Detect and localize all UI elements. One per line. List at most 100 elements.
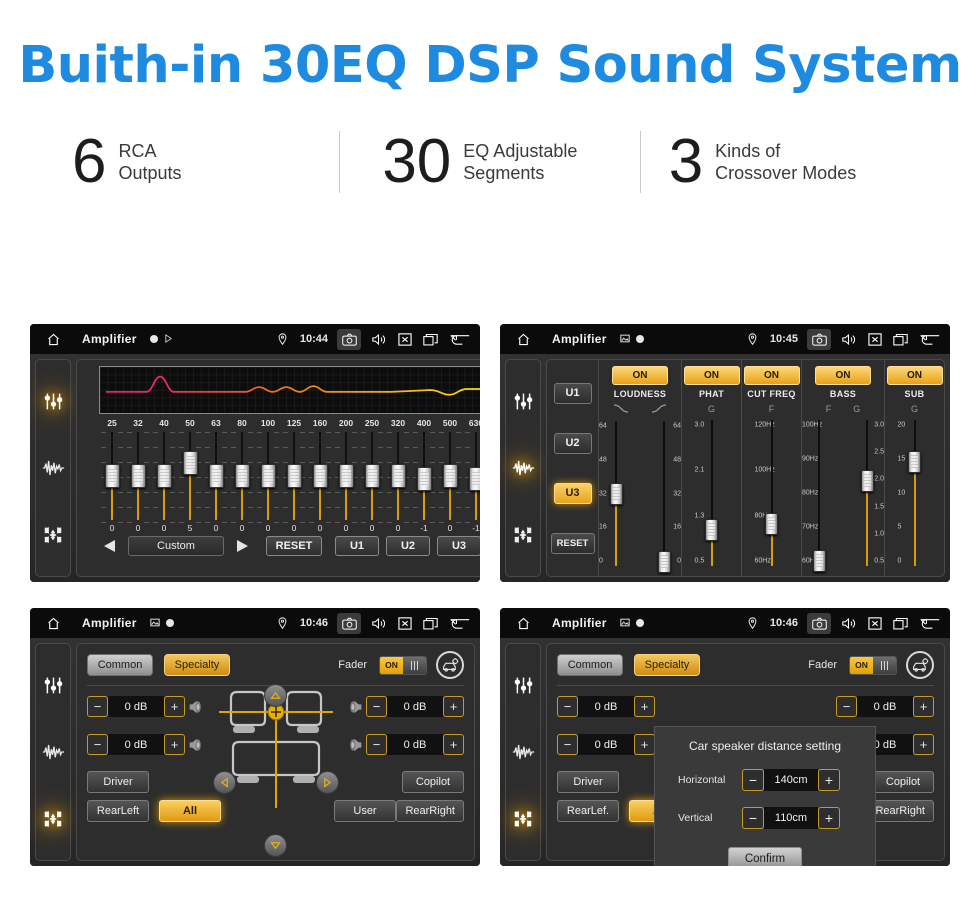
preset-u2-button[interactable]: U2	[386, 536, 430, 556]
gain-decrement-button[interactable]: −	[366, 734, 387, 755]
seat-user-button[interactable]: User	[334, 800, 396, 822]
slider-knob[interactable]	[130, 464, 146, 488]
gain-increment-button[interactable]: +	[443, 734, 464, 755]
eq-slider[interactable]	[177, 430, 203, 523]
seat-rearright-button[interactable]: RearRight	[396, 800, 464, 822]
waveform-icon[interactable]	[41, 740, 65, 764]
slider-knob[interactable]	[657, 551, 671, 574]
camera-icon[interactable]	[807, 328, 831, 350]
toggle-on-button[interactable]: ON	[815, 366, 871, 385]
close-box-icon[interactable]	[396, 332, 413, 347]
eq-slider[interactable]	[229, 430, 255, 523]
preset-name[interactable]: Custom	[128, 536, 224, 556]
slider-knob[interactable]	[765, 512, 778, 535]
fader-toggle[interactable]: ON	[849, 655, 897, 675]
gain-increment-button[interactable]: +	[634, 696, 655, 717]
toggle-on-button[interactable]: ON	[612, 366, 668, 385]
slider-knob[interactable]	[812, 549, 826, 572]
tab-specialty[interactable]: Specialty	[634, 654, 700, 676]
gain-increment-button[interactable]: +	[913, 696, 934, 717]
effect-slider[interactable]: 100Hz 90Hz 80Hz 70Hz 60Hz	[802, 416, 836, 572]
eq-slider[interactable]	[411, 430, 437, 523]
preset-u1-button[interactable]: U1	[553, 382, 592, 404]
slider-knob[interactable]	[705, 518, 718, 541]
eq-slider[interactable]	[385, 430, 411, 523]
recents-icon[interactable]	[892, 616, 909, 631]
preset-u3-button[interactable]: U3	[437, 536, 480, 556]
back-icon[interactable]	[448, 616, 470, 631]
seat-all-button[interactable]: All	[159, 800, 221, 822]
balance-icon[interactable]	[511, 523, 535, 547]
preset-u3-button[interactable]: U3	[553, 482, 592, 504]
camera-icon[interactable]	[807, 612, 831, 634]
pad-down-button[interactable]	[264, 834, 287, 857]
gain-decrement-button[interactable]: −	[87, 734, 108, 755]
gain-decrement-button[interactable]: −	[366, 696, 387, 717]
seat-driver-button[interactable]: Driver	[557, 771, 619, 793]
fader-toggle[interactable]: ON	[379, 655, 427, 675]
waveform-icon[interactable]	[511, 740, 535, 764]
recents-icon[interactable]	[422, 616, 439, 631]
vertical-decrement-button[interactable]: −	[742, 807, 764, 829]
gain-decrement-button[interactable]: −	[557, 696, 578, 717]
eq-slider[interactable]	[333, 430, 359, 523]
confirm-button[interactable]: Confirm	[728, 847, 802, 866]
slider-knob[interactable]	[208, 464, 224, 488]
home-icon[interactable]	[510, 616, 536, 631]
effect-slider[interactable]: 64 48 32 16 0	[647, 417, 681, 574]
gain-increment-button[interactable]: +	[443, 696, 464, 717]
volume-icon[interactable]	[370, 332, 387, 347]
seat-copilot-button[interactable]: Copilot	[872, 771, 934, 793]
recents-icon[interactable]	[422, 332, 439, 347]
slider-knob[interactable]	[234, 464, 250, 488]
back-icon[interactable]	[918, 332, 940, 347]
slider-knob[interactable]	[390, 464, 406, 488]
toggle-on-button[interactable]: ON	[683, 366, 740, 385]
close-box-icon[interactable]	[396, 616, 413, 631]
preset-next-button[interactable]	[231, 536, 253, 556]
seat-copilot-button[interactable]: Copilot	[402, 771, 464, 793]
eq-slider[interactable]	[359, 430, 385, 523]
effect-slider[interactable]: 64 48 32 16 0	[599, 417, 633, 570]
toggle-on-button[interactable]: ON	[886, 366, 943, 385]
volume-icon[interactable]	[840, 616, 857, 631]
seat-rearleft-button[interactable]: RearLef.	[557, 800, 619, 822]
preset-prev-button[interactable]	[99, 536, 121, 556]
camera-icon[interactable]	[337, 612, 361, 634]
eq-slider[interactable]	[255, 430, 281, 523]
reset-button[interactable]: RESET	[266, 536, 322, 556]
gain-decrement-button[interactable]: −	[836, 696, 857, 717]
slider-knob[interactable]	[338, 464, 354, 488]
camera-icon[interactable]	[337, 328, 361, 350]
volume-icon[interactable]	[840, 332, 857, 347]
pad-left-button[interactable]	[212, 771, 236, 794]
gain-increment-button[interactable]: +	[913, 734, 934, 755]
slider-knob[interactable]	[860, 469, 874, 492]
seat-driver-button[interactable]: Driver	[87, 771, 149, 793]
eq-sliders-icon[interactable]	[511, 389, 535, 413]
back-icon[interactable]	[448, 332, 470, 347]
gain-decrement-button[interactable]: −	[557, 734, 578, 755]
eq-slider[interactable]	[203, 430, 229, 523]
car-gear-icon[interactable]	[436, 651, 464, 679]
eq-slider[interactable]	[125, 430, 151, 523]
waveform-icon[interactable]	[511, 456, 535, 480]
toggle-on-button[interactable]: ON	[743, 366, 800, 385]
balance-icon[interactable]	[41, 807, 65, 831]
slider-knob[interactable]	[468, 467, 480, 491]
slider-knob[interactable]	[416, 467, 432, 491]
balance-icon[interactable]	[511, 807, 535, 831]
tab-common[interactable]: Common	[557, 654, 623, 676]
effect-slider[interactable]: 20 15 10 5 0	[898, 416, 932, 570]
slider-knob[interactable]	[442, 464, 458, 488]
balance-icon[interactable]	[41, 523, 65, 547]
pad-up-button[interactable]	[264, 684, 287, 707]
pad-right-button[interactable]	[315, 771, 339, 794]
reset-button[interactable]: RESET	[550, 532, 595, 554]
tab-specialty[interactable]: Specialty	[164, 654, 230, 676]
slider-knob[interactable]	[908, 451, 921, 474]
seat-rearleft-button[interactable]: RearLeft	[87, 800, 149, 822]
horizontal-increment-button[interactable]: +	[818, 769, 840, 791]
eq-sliders-icon[interactable]	[41, 673, 65, 697]
slider-knob[interactable]	[104, 464, 120, 488]
